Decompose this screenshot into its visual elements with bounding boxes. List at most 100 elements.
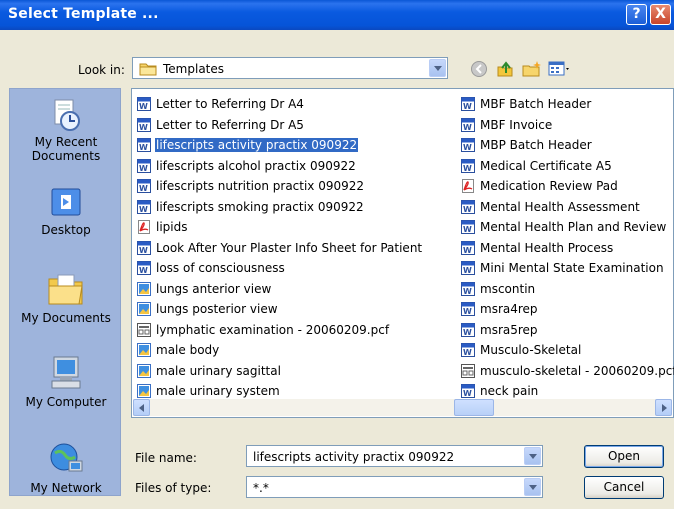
file-name: lipids — [156, 220, 188, 235]
file-name: male body — [156, 343, 220, 358]
word-document-icon: W — [137, 117, 151, 132]
word-document-icon: W — [137, 199, 151, 214]
image-file-icon — [137, 281, 151, 296]
word-document-icon: W — [137, 138, 151, 153]
place-label: Desktop — [41, 223, 91, 237]
file-item[interactable]: lipids — [136, 217, 423, 238]
file-item[interactable]: W Mental Health Process — [460, 238, 674, 259]
file-item[interactable]: lungs anterior view — [136, 279, 423, 300]
place-label: My Recent — [34, 135, 98, 149]
file-name: male urinary sagittal — [156, 363, 281, 378]
file-item[interactable]: Wmsra4rep — [460, 299, 674, 320]
file-name-value: lifescripts activity practix 090922 — [253, 450, 455, 464]
word-document-icon: W — [461, 199, 475, 214]
place-my-network[interactable]: My Network — [10, 439, 122, 495]
word-document-icon: W — [137, 261, 151, 276]
chevron-down-icon[interactable] — [524, 447, 541, 465]
file-item[interactable]: W Mental Health Plan and Review — [460, 217, 674, 238]
file-item[interactable]: W Mental Health Assessment — [460, 197, 674, 218]
file-item[interactable]: Wlifescripts smoking practix 090922 — [136, 197, 423, 218]
file-name: neck pain — [480, 384, 539, 399]
file-name: musculo-skeletal - 20060209.pcf — [480, 363, 674, 378]
word-document-icon: W — [461, 220, 475, 235]
file-name: Mental Health Plan and Review — [480, 220, 667, 235]
file-name-input[interactable]: lifescripts activity practix 090922 — [246, 445, 543, 467]
file-item[interactable]: male urinary sagittal — [136, 361, 423, 382]
file-name-label: File name: — [135, 451, 197, 465]
place-label: Documents — [31, 149, 101, 163]
file-item[interactable]: Wloss of consciousness — [136, 258, 423, 279]
file-item[interactable]: W Medical Certificate A5 — [460, 156, 674, 177]
file-item[interactable]: Wlifescripts activity practix 090922 — [136, 135, 423, 156]
scroll-right-icon[interactable] — [655, 399, 672, 416]
file-name: MBF Invoice — [480, 117, 553, 132]
file-name: lifescripts smoking practix 090922 — [156, 199, 364, 214]
horizontal-scrollbar[interactable] — [133, 399, 672, 416]
file-name: MBP Batch Header — [480, 138, 592, 153]
look-in-dropdown[interactable]: Templates — [132, 57, 448, 79]
svg-text:W: W — [463, 205, 472, 214]
back-icon[interactable] — [470, 60, 488, 78]
file-type-value: *.* — [253, 481, 269, 495]
word-document-icon: W — [461, 343, 475, 358]
help-icon: ? — [632, 6, 641, 22]
word-document-icon: W — [461, 97, 475, 112]
new-folder-icon[interactable] — [522, 60, 542, 78]
word-document-icon: W — [137, 179, 151, 194]
desktop-icon — [51, 188, 81, 216]
file-item[interactable]: Wlifescripts nutrition practix 090922 — [136, 176, 423, 197]
file-name: Letter to Referring Dr A4 — [156, 97, 304, 112]
file-name: Musculo-Skeletal — [480, 343, 582, 358]
file-item[interactable]: W Look After Your Plaster Info Sheet for … — [136, 238, 423, 259]
place-my-documents[interactable]: My Documents — [10, 269, 122, 325]
file-item[interactable]: W MBF Invoice — [460, 115, 674, 136]
open-button[interactable]: Open — [584, 445, 664, 468]
place-my-recent-documents[interactable]: My Recent Documents — [10, 97, 122, 163]
image-file-icon — [137, 302, 151, 317]
up-folder-icon[interactable] — [496, 60, 514, 78]
look-in-value: Templates — [163, 62, 225, 76]
scroll-left-icon[interactable] — [133, 399, 150, 416]
file-name: lifescripts nutrition practix 090922 — [156, 179, 365, 194]
word-document-icon: W — [461, 322, 475, 337]
scrollbar-thumb[interactable] — [454, 399, 494, 416]
place-desktop[interactable]: Desktop — [10, 185, 122, 237]
file-item[interactable]: musculo-skeletal - 20060209.pcf — [460, 361, 674, 382]
close-button[interactable]: X — [650, 4, 671, 25]
svg-text:W: W — [463, 164, 472, 173]
svg-text:W: W — [463, 266, 472, 275]
title-bar[interactable]: Select Template ... ? X — [0, 0, 674, 30]
image-file-icon — [137, 343, 151, 358]
cancel-button[interactable]: Cancel — [584, 476, 664, 499]
file-name: lungs anterior view — [156, 281, 272, 296]
file-type-dropdown[interactable]: *.* — [246, 476, 543, 498]
word-document-icon: W — [461, 384, 475, 399]
file-item[interactable]: lungs posterior view — [136, 299, 423, 320]
file-item[interactable]: W MBF Batch Header — [460, 94, 674, 115]
file-name: Mental Health Assessment — [480, 199, 640, 214]
file-item[interactable]: W Musculo-Skeletal — [460, 340, 674, 361]
view-menu-icon[interactable] — [548, 60, 572, 78]
file-name: Letter to Referring Dr A5 — [156, 117, 304, 132]
file-item[interactable]: Medication Review Pad — [460, 176, 674, 197]
chevron-down-icon[interactable] — [429, 59, 446, 77]
file-item[interactable]: W Letter to Referring Dr A5 — [136, 115, 423, 136]
place-my-computer[interactable]: My Computer — [10, 353, 122, 409]
file-list[interactable]: W Letter to Referring Dr A4 W Letter to Ref… — [131, 88, 674, 418]
file-item[interactable]: Wmsra5rep — [460, 320, 674, 341]
file-item[interactable]: Wlifescripts alcohol practix 090922 — [136, 156, 423, 177]
file-item[interactable]: W MBP Batch Header — [460, 135, 674, 156]
pdf-document-icon — [462, 179, 474, 194]
help-button[interactable]: ? — [626, 4, 647, 25]
file-name: Medical Certificate A5 — [480, 158, 612, 173]
chevron-down-icon[interactable] — [524, 478, 541, 496]
file-item[interactable]: lymphatic examination - 20060209.pcf — [136, 320, 423, 341]
file-item[interactable]: Wmscontin — [460, 279, 674, 300]
file-name: lifescripts activity practix 090922 — [153, 137, 360, 154]
file-item[interactable]: W Letter to Referring Dr A4 — [136, 94, 423, 115]
file-item[interactable]: W Mini Mental State Examination — [460, 258, 674, 279]
svg-text:W: W — [139, 123, 148, 132]
file-name: Mini Mental State Examination — [480, 261, 664, 276]
svg-text:W: W — [139, 102, 148, 111]
file-item[interactable]: male body — [136, 340, 423, 361]
